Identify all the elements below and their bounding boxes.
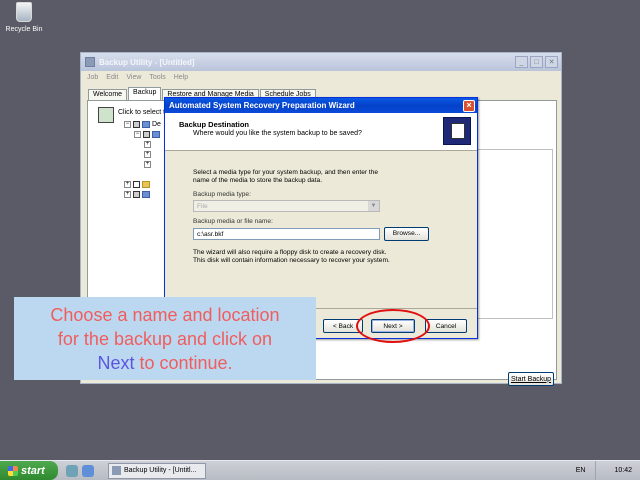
folder-icon [142, 180, 150, 188]
quick-launch [66, 464, 94, 477]
clock: 10:42 [595, 460, 632, 480]
wizard-header: Backup Destination Where would you like … [165, 113, 477, 151]
windows-logo-icon [8, 465, 18, 476]
computer-icon [152, 130, 160, 138]
menu-help[interactable]: Help [174, 74, 188, 81]
tree-row [124, 169, 161, 179]
media-name-input[interactable] [193, 228, 380, 240]
collapse-icon[interactable]: − [124, 120, 131, 128]
menu-bar: Job Edit View Tools Help [81, 71, 561, 84]
tree-row[interactable]: + [124, 179, 161, 189]
tree-checkbox[interactable] [143, 130, 150, 138]
network-icon [142, 190, 150, 198]
media-type-select: File ▼ [193, 200, 380, 212]
instructions-text: Select a media type for your system back… [193, 169, 379, 184]
start-button[interactable]: start [0, 461, 58, 480]
media-type-label: Backup media type: [193, 191, 251, 198]
callout-line-2: for the backup and click on [57, 329, 273, 349]
start-label: start [21, 464, 45, 477]
expand-icon[interactable]: + [144, 160, 151, 168]
tree-label: De [152, 120, 161, 128]
backup-tree: − De − + + + + + [124, 119, 161, 199]
show-desktop-icon[interactable] [66, 464, 78, 477]
wizard-body: Select a media type for your system back… [165, 151, 477, 265]
window-title-bar[interactable]: Backup Utility - [Untitled] _ □ ✕ [81, 53, 561, 71]
backup-app-icon [112, 466, 121, 475]
callout-line-3: Next to continue. [14, 351, 316, 375]
expand-icon[interactable]: + [124, 190, 131, 198]
media-name-label: Backup media or file name: [193, 218, 273, 225]
desktop-icon [142, 120, 150, 128]
tree-row[interactable]: + [124, 139, 161, 149]
callout-keyword: Next [97, 353, 135, 373]
recycle-bin[interactable]: Recycle Bin [4, 2, 44, 33]
expand-icon[interactable]: + [124, 180, 131, 188]
start-backup-button[interactable]: Start Backup [508, 372, 554, 386]
expand-icon[interactable]: + [144, 150, 151, 158]
recycle-bin-label: Recycle Bin [5, 26, 43, 33]
click-to-select-label: Click to select t [118, 109, 166, 116]
system-tray: EN 10:42 [568, 460, 640, 480]
tree-checkbox[interactable] [133, 120, 140, 128]
tree-row[interactable]: − [124, 129, 161, 139]
taskbar-item-label: Backup Utility - [Untitl... [124, 467, 197, 474]
menu-edit[interactable]: Edit [106, 74, 118, 81]
tree-checkbox[interactable] [133, 180, 140, 188]
maximize-button[interactable]: □ [530, 56, 543, 68]
menu-tools[interactable]: Tools [149, 74, 165, 81]
recycle-bin-icon [16, 2, 32, 22]
menu-job[interactable]: Job [87, 74, 98, 81]
dialog-title: Automated System Recovery Preparation Wi… [169, 101, 355, 110]
instruction-callout: Choose a name and location for the backu… [14, 297, 316, 380]
floppy-note: The wizard will also require a floppy di… [193, 249, 390, 264]
wizard-step-title: Backup Destination [179, 120, 250, 129]
expand-icon[interactable]: + [144, 140, 151, 148]
tree-checkbox[interactable] [133, 190, 140, 198]
collapse-icon[interactable]: − [134, 130, 141, 138]
tree-row[interactable]: − De [124, 119, 161, 129]
media-type-value: File [197, 203, 208, 210]
menu-view[interactable]: View [126, 74, 141, 81]
dialog-title-bar[interactable]: Automated System Recovery Preparation Wi… [165, 98, 477, 113]
backup-disk-icon [443, 117, 471, 145]
backup-wizard-icon [98, 107, 114, 123]
minimize-button[interactable]: _ [515, 56, 528, 68]
language-indicator[interactable]: EN [576, 467, 586, 474]
tree-row[interactable]: + [124, 149, 161, 159]
tab-welcome[interactable]: Welcome [88, 89, 128, 100]
backup-app-icon [85, 57, 95, 67]
taskbar: start Backup Utility - [Untitl... EN 10:… [0, 460, 640, 480]
tab-backup[interactable]: Backup [128, 87, 162, 100]
callout-line-3-rest: to continue. [134, 353, 233, 373]
internet-explorer-icon[interactable] [82, 464, 94, 477]
wizard-step-subtitle: Where would you like the system backup t… [193, 130, 362, 137]
tree-row[interactable]: + [124, 159, 161, 169]
close-button[interactable]: ✕ [545, 56, 558, 68]
chevron-down-icon: ▼ [368, 201, 379, 211]
browse-button[interactable]: Browse... [384, 227, 429, 241]
taskbar-item-backup[interactable]: Backup Utility - [Untitl... [108, 462, 206, 479]
window-title: Backup Utility - [Untitled] [99, 57, 195, 67]
tree-row[interactable]: + [124, 189, 161, 199]
cancel-button[interactable]: Cancel [425, 319, 467, 333]
callout-line-1: Choose a name and location [50, 305, 280, 325]
dialog-close-button[interactable]: × [463, 99, 475, 112]
next-highlight-ellipse [356, 309, 430, 343]
